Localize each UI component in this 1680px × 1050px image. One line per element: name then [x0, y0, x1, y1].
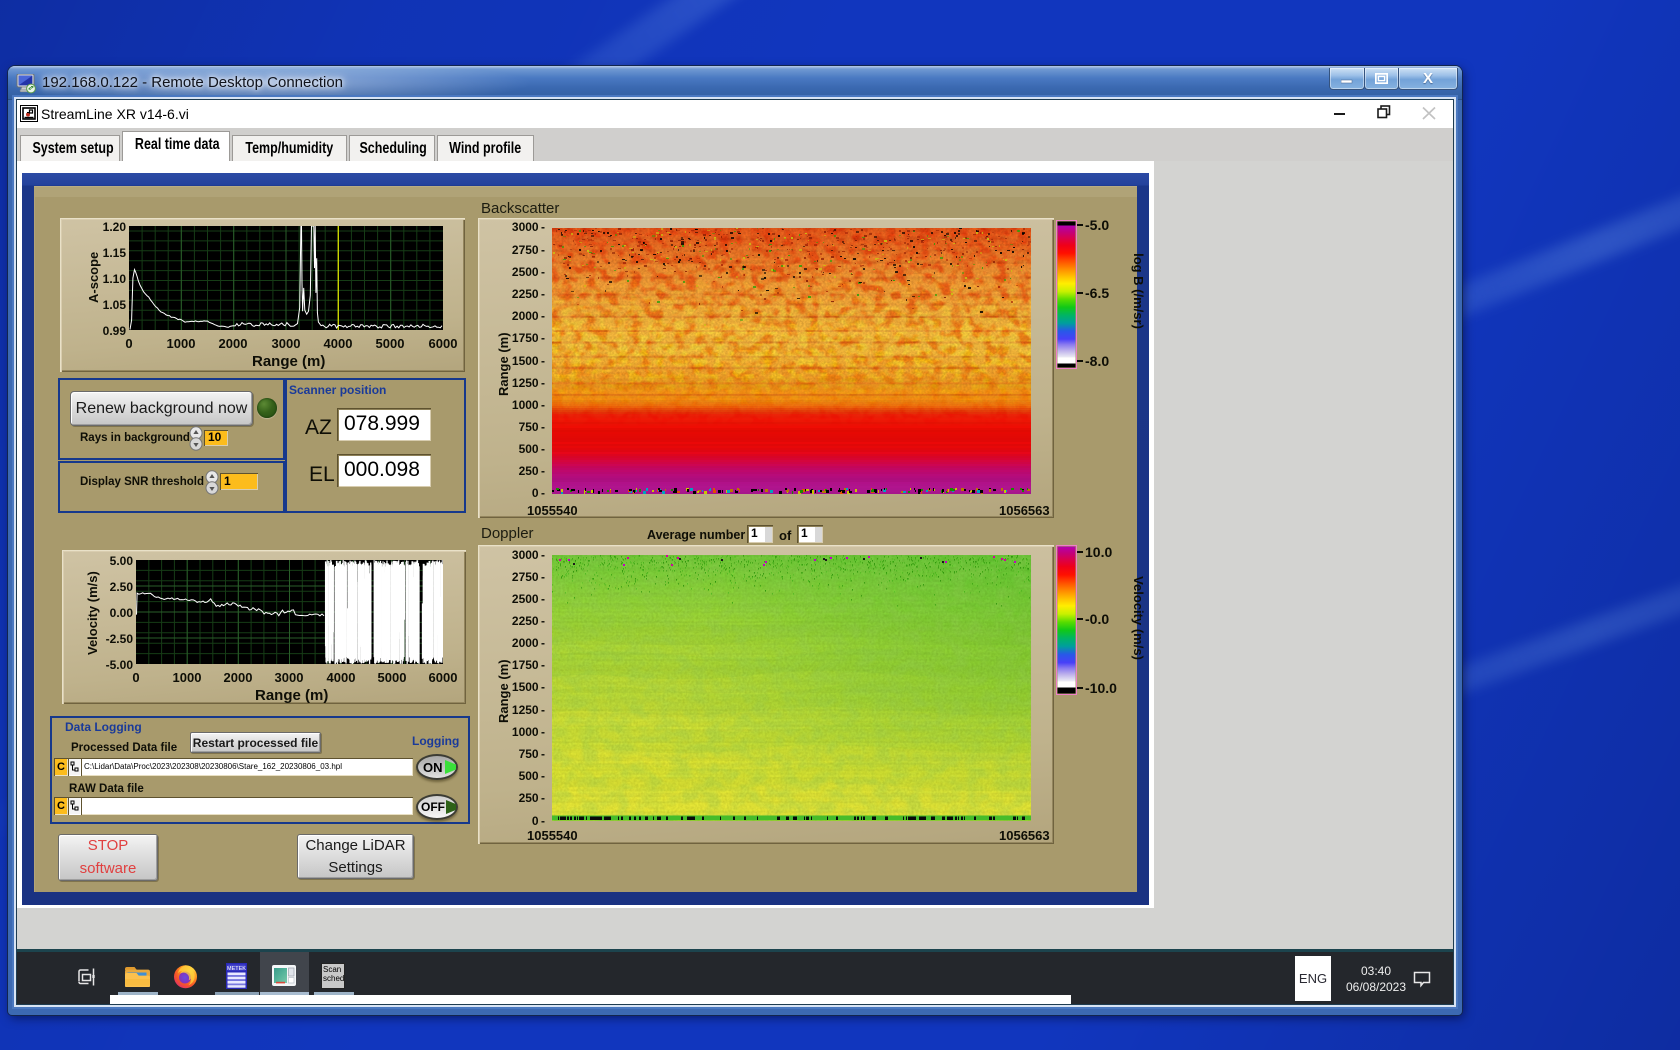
svg-text:10.0: 10.0 — [1085, 545, 1112, 560]
svg-text:-10.0: -10.0 — [1085, 680, 1117, 696]
svg-text:-0.0: -0.0 — [1085, 611, 1109, 627]
svg-text:Velocity (m/s): Velocity (m/s) — [1131, 576, 1146, 660]
svg-text:METEK: METEK — [227, 966, 246, 972]
svg-text:log B (/m/sr): log B (/m/sr) — [1131, 253, 1146, 329]
svg-text:-6.5: -6.5 — [1085, 285, 1109, 301]
svg-text:-8.0: -8.0 — [1085, 353, 1109, 369]
svg-text:-5.0: -5.0 — [1085, 220, 1109, 233]
